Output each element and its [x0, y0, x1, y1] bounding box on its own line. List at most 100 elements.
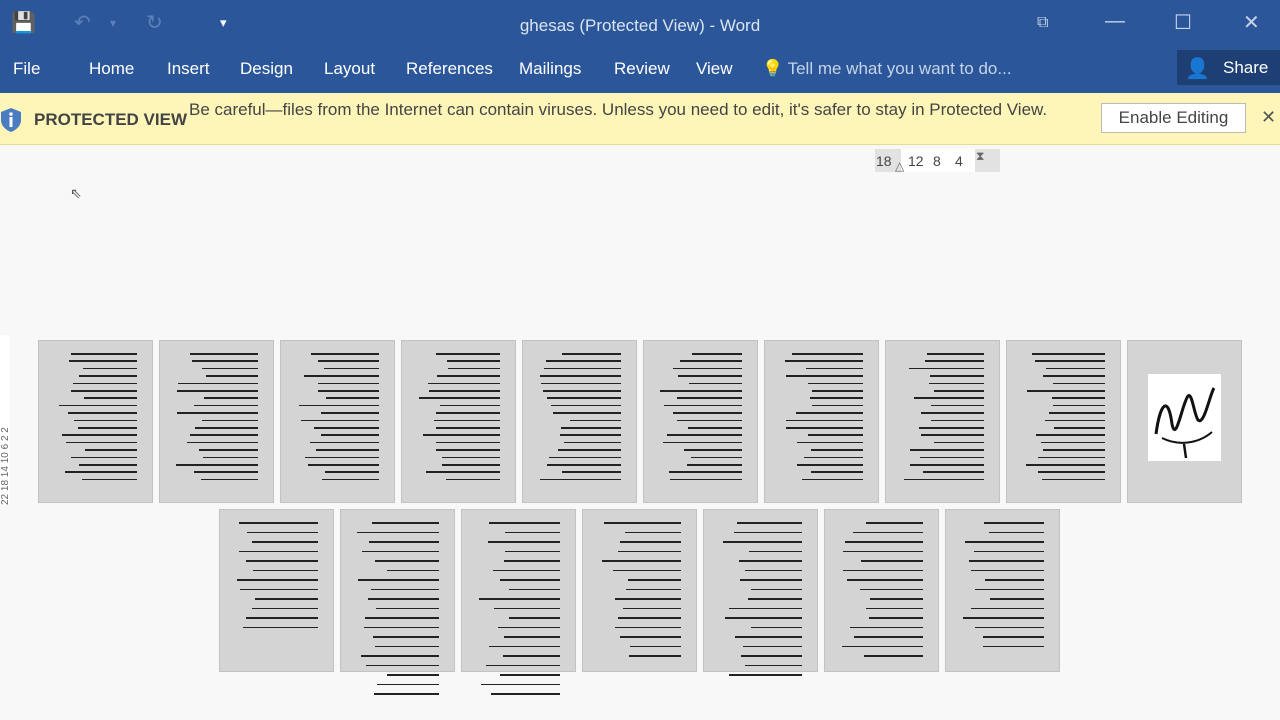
text-line: [58, 404, 137, 407]
text-line: [1043, 375, 1105, 377]
shield-info-icon: [1, 108, 21, 132]
indent-marker-icon[interactable]: △: [895, 159, 904, 173]
page-thumbnail[interactable]: [401, 340, 516, 503]
hanging-indent-icon[interactable]: ⧗: [976, 149, 984, 164]
window-title: ghesas (Protected View) - Word: [519, 16, 761, 35]
text-line: [910, 464, 984, 466]
tell-me-box[interactable]: 💡 Tell me what you want to do...: [762, 59, 1062, 79]
tab-design[interactable]: Design: [240, 59, 293, 79]
text-line: [797, 464, 863, 466]
text-line: [1045, 419, 1105, 422]
protected-view-label: PROTECTED VIEW: [34, 110, 188, 129]
text-line: [541, 382, 621, 385]
text-line: [508, 617, 560, 619]
page-thumbnail[interactable]: [219, 509, 334, 672]
text-line: [442, 464, 500, 466]
page-thumbnail[interactable]: [703, 509, 818, 676]
text-line: [676, 419, 742, 422]
maximize-button[interactable]: ☐: [1174, 10, 1192, 35]
text-line: [868, 617, 923, 619]
tab-insert[interactable]: Insert: [167, 59, 210, 79]
text-line: [811, 449, 863, 451]
close-message-bar-icon[interactable]: ✕: [1261, 107, 1276, 128]
text-line: [664, 404, 742, 407]
text-line: [239, 588, 318, 590]
text-line: [786, 375, 863, 377]
tab-file[interactable]: File: [13, 59, 40, 79]
text-line: [786, 427, 863, 429]
text-line: [1041, 478, 1105, 481]
text-line: [1026, 464, 1105, 466]
page-thumbnail[interactable]: [1127, 340, 1242, 503]
page-thumbnail[interactable]: [945, 509, 1060, 672]
text-line: [488, 522, 560, 524]
page-thumbnail[interactable]: [643, 340, 758, 503]
text-line: [808, 434, 863, 436]
ribbon-display-options-icon[interactable]: ⧉: [1037, 14, 1048, 32]
share-label: Share: [1223, 58, 1269, 77]
text-line: [734, 636, 802, 638]
add-person-icon: 👤: [1185, 58, 1210, 80]
tab-references[interactable]: References: [406, 59, 493, 79]
text-line: [493, 569, 560, 571]
tab-review[interactable]: Review: [614, 59, 670, 79]
text-line: [728, 674, 802, 676]
text-line: [194, 427, 258, 429]
text-line: [439, 404, 500, 407]
page-thumbnail[interactable]: [522, 340, 637, 503]
text-line: [860, 560, 923, 562]
page-thumbnail[interactable]: [159, 340, 274, 503]
mouse-cursor-icon: ⇖: [70, 185, 82, 201]
tab-layout[interactable]: Layout: [324, 59, 375, 79]
text-line: [1035, 434, 1105, 436]
ruler-number: 4: [955, 153, 963, 169]
vertical-ruler[interactable]: 22 18 14 10 6 2 2: [0, 335, 11, 505]
title-bar: 💾 ↶ ▾ ↻ ▾ ghesas (Protected View) - Word…: [0, 0, 1280, 50]
text-line: [84, 397, 137, 399]
text-line: [543, 367, 621, 370]
text-line: [480, 683, 560, 685]
text-line: [744, 569, 802, 571]
text-line: [560, 427, 621, 429]
text-line: [963, 617, 1044, 619]
text-line: [246, 560, 318, 562]
close-button[interactable]: ✕: [1243, 10, 1260, 35]
text-line: [724, 617, 802, 619]
text-line: [500, 674, 560, 676]
page-thumbnail[interactable]: [764, 340, 879, 503]
page-thumbnail[interactable]: [885, 340, 1000, 503]
enable-editing-button[interactable]: Enable Editing: [1101, 103, 1246, 133]
text-line: [691, 456, 742, 459]
text-line: [933, 390, 984, 392]
page-thumbnail[interactable]: [340, 509, 455, 695]
protected-view-bar: PROTECTED VIEW Be careful—files from the…: [0, 93, 1280, 145]
page-thumbnail[interactable]: [461, 509, 576, 695]
tab-view[interactable]: View: [696, 59, 733, 79]
text-line: [71, 456, 137, 459]
text-line: [202, 456, 258, 459]
text-line: [435, 412, 500, 414]
page-thumbnail[interactable]: [38, 340, 153, 503]
text-line: [547, 397, 621, 399]
text-line: [964, 541, 1044, 543]
share-button[interactable]: 👤 Share: [1177, 50, 1280, 85]
tab-mailings[interactable]: Mailings: [519, 59, 581, 79]
text-line: [368, 598, 439, 600]
tab-home[interactable]: Home: [89, 59, 134, 79]
page-thumbnail[interactable]: [280, 340, 395, 503]
page-thumbnail[interactable]: [582, 509, 697, 672]
page-thumbnail[interactable]: [824, 509, 939, 672]
horizontal-ruler[interactable]: 18 12 8 4 △ ⧗: [875, 149, 1000, 173]
text-line: [429, 390, 500, 392]
tell-me-text: Tell me what you want to do...: [787, 59, 1012, 78]
minimize-button[interactable]: —: [1105, 10, 1125, 33]
page-thumbnail[interactable]: [1006, 340, 1121, 503]
text-line: [316, 449, 379, 451]
text-line: [364, 617, 439, 619]
text-line: [448, 367, 500, 370]
text-line: [371, 588, 439, 590]
text-line: [747, 598, 802, 600]
text-line: [202, 367, 258, 370]
text-line: [308, 464, 379, 466]
text-line: [909, 449, 984, 451]
